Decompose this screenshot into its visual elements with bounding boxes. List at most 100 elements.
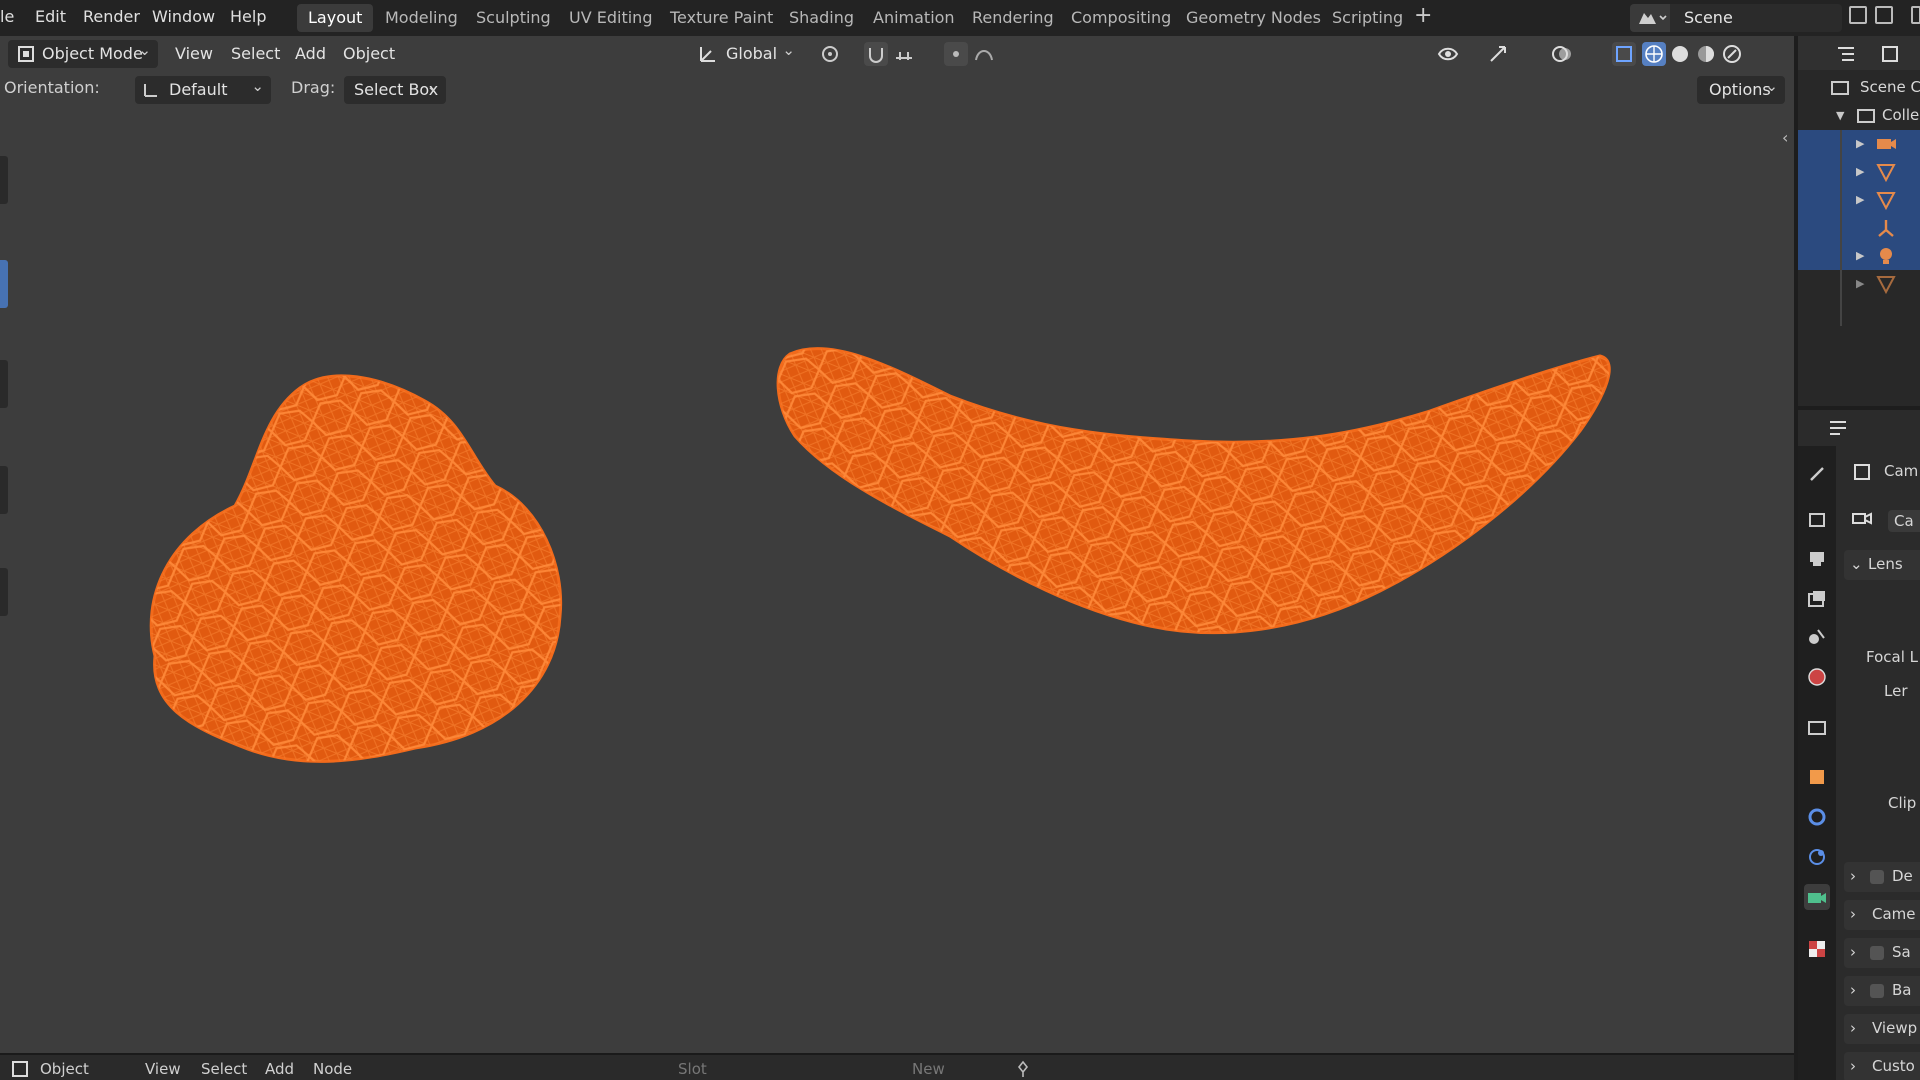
world-icon[interactable]	[1804, 664, 1830, 690]
rendered-shading-icon[interactable]	[1720, 42, 1744, 66]
drag-select-box-dropdown[interactable]: Select Box	[344, 72, 446, 104]
tab-texture-paint[interactable]: Texture Paint	[659, 4, 784, 32]
filter-icon[interactable]	[1878, 42, 1902, 66]
mesh-icon	[1874, 160, 1898, 184]
select-menu[interactable]: Select	[221, 40, 290, 68]
collection-icon[interactable]	[1804, 714, 1830, 740]
camera-data-name-field[interactable]: Ca	[1888, 510, 1920, 532]
proportional-icon[interactable]	[944, 42, 968, 66]
background-images-checkbox[interactable]	[1870, 984, 1884, 998]
outliner-armature-row[interactable]	[1798, 214, 1920, 242]
new-scene-icon[interactable]	[1849, 6, 1867, 24]
object-icon[interactable]	[1804, 764, 1830, 790]
mesh-object-crescent[interactable]	[776, 347, 1611, 635]
toolbar-strip[interactable]	[0, 156, 10, 616]
menu-help[interactable]: Help	[230, 7, 266, 26]
viewport-canvas[interactable]	[0, 36, 1794, 1053]
object-name-field[interactable]: Cam	[1884, 462, 1918, 480]
output-icon[interactable]	[1804, 546, 1830, 572]
camera-object-icon	[1874, 132, 1898, 156]
object-menu[interactable]: Object	[333, 40, 405, 68]
transform-orientation-dropdown[interactable]: Global	[692, 36, 802, 68]
outliner-mesh-row-3[interactable]: ▶	[1798, 270, 1920, 298]
scene-browse-icon[interactable]	[1630, 4, 1670, 32]
tab-animation[interactable]: Animation	[862, 4, 966, 32]
outliner-scene-row[interactable]: Scene C	[1798, 74, 1920, 102]
tab-compositing[interactable]: Compositing	[1060, 4, 1182, 32]
render-icon[interactable]	[1804, 506, 1830, 532]
physics-icon[interactable]	[1804, 844, 1830, 870]
orientation-default-dropdown[interactable]: Default	[135, 72, 271, 104]
menu-window[interactable]: Window	[152, 7, 215, 26]
camera-data-icon[interactable]	[1804, 884, 1830, 910]
custom-properties-panel-header[interactable]: › Custo	[1844, 1052, 1920, 1080]
xray-icon[interactable]	[1612, 42, 1636, 66]
menu-file[interactable]: le	[0, 7, 14, 26]
object-mode-dropdown[interactable]: Object Mode	[8, 36, 158, 68]
lens-panel-header[interactable]: ⌄ Lens	[1844, 550, 1920, 580]
safe-areas-panel-header[interactable]: › Sa	[1844, 938, 1920, 968]
tab-layout[interactable]: Layout	[297, 4, 374, 32]
camera-panel-header[interactable]: › Came	[1844, 900, 1920, 930]
background-images-panel-header[interactable]: › Ba	[1844, 976, 1920, 1006]
add-menu[interactable]: Add	[285, 40, 336, 68]
shader-add-menu[interactable]: Add	[265, 1060, 294, 1078]
dof-panel-header[interactable]: › De	[1844, 862, 1920, 892]
material-shading-icon[interactable]	[1694, 42, 1718, 66]
overlay-icon[interactable]	[1550, 42, 1574, 66]
view-layer-icon[interactable]	[1804, 586, 1830, 612]
view-menu[interactable]: View	[165, 40, 223, 68]
add-workspace-button[interactable]: +	[1414, 3, 1432, 28]
pin-icon[interactable]	[1014, 1060, 1032, 1080]
sidebar-toggle-icon[interactable]: ‹	[1782, 128, 1788, 147]
snap-target-icon[interactable]	[892, 42, 916, 66]
scene-selector[interactable]: Scene	[1630, 4, 1842, 32]
shader-select-menu[interactable]: Select	[201, 1060, 247, 1078]
tab-shading[interactable]: Shading	[778, 4, 865, 32]
modifier-icon[interactable]	[1804, 804, 1830, 830]
options-dropdown[interactable]: Options	[1697, 72, 1785, 104]
drag-value-label: Select Box	[354, 80, 439, 99]
viewport-header: Object Mode View Select Add Object Globa…	[0, 36, 1794, 70]
viewport-display-panel-header[interactable]: › Viewp	[1844, 1014, 1920, 1044]
menu-edit[interactable]: Edit	[35, 7, 66, 26]
gizmo-icon[interactable]	[1486, 42, 1510, 66]
visibility-icon[interactable]	[1436, 42, 1460, 66]
new-material-button[interactable]: New	[912, 1060, 945, 1078]
tab-rendering[interactable]: Rendering	[961, 4, 1065, 32]
outliner-collection-row[interactable]: ▼ Colle	[1798, 102, 1920, 130]
viewport-display-panel-label: Viewp	[1872, 1019, 1918, 1037]
texture-icon[interactable]	[1804, 936, 1830, 962]
wireframe-shading-icon[interactable]	[1642, 42, 1666, 66]
safe-areas-checkbox[interactable]	[1870, 946, 1884, 960]
camera-data-browse-icon[interactable]	[1850, 506, 1874, 530]
pivot-icon[interactable]	[818, 42, 842, 66]
shader-node-menu[interactable]: Node	[313, 1060, 352, 1078]
shader-object-dropdown[interactable]: Object	[40, 1060, 89, 1078]
outliner-camera-row[interactable]: ▶	[1798, 130, 1920, 158]
falloff-icon[interactable]	[972, 42, 996, 66]
tab-sculpting[interactable]: Sculpting	[465, 4, 562, 32]
editor-type-icon[interactable]	[10, 1060, 30, 1080]
tool-icon[interactable]	[1804, 460, 1830, 486]
tab-modeling[interactable]: Modeling	[374, 4, 469, 32]
scene-name[interactable]: Scene	[1684, 8, 1733, 27]
slot-dropdown[interactable]: Slot	[678, 1060, 707, 1078]
solid-shading-icon[interactable]	[1668, 42, 1692, 66]
shader-view-menu[interactable]: View	[145, 1060, 181, 1078]
outliner-light-row[interactable]: ▶	[1798, 242, 1920, 270]
tab-uv-editing[interactable]: UV Editing	[558, 4, 663, 32]
mesh-object-mound[interactable]	[149, 374, 563, 763]
outliner-mesh-row-2[interactable]: ▶	[1798, 186, 1920, 214]
tab-scripting[interactable]: Scripting	[1321, 4, 1414, 32]
display-mode-icon[interactable]	[1834, 42, 1858, 66]
menu-render[interactable]: Render	[83, 7, 140, 26]
view-layer-icon[interactable]	[1911, 6, 1920, 24]
scene-icon[interactable]	[1804, 624, 1830, 650]
snap-icon[interactable]	[864, 42, 888, 66]
delete-scene-icon[interactable]	[1875, 6, 1893, 24]
3d-viewport[interactable]: Object Mode View Select Add Object Globa…	[0, 36, 1794, 1053]
tab-geometry-nodes[interactable]: Geometry Nodes	[1175, 4, 1332, 32]
outliner-mesh-row-1[interactable]: ▶	[1798, 158, 1920, 186]
dof-checkbox[interactable]	[1870, 870, 1884, 884]
